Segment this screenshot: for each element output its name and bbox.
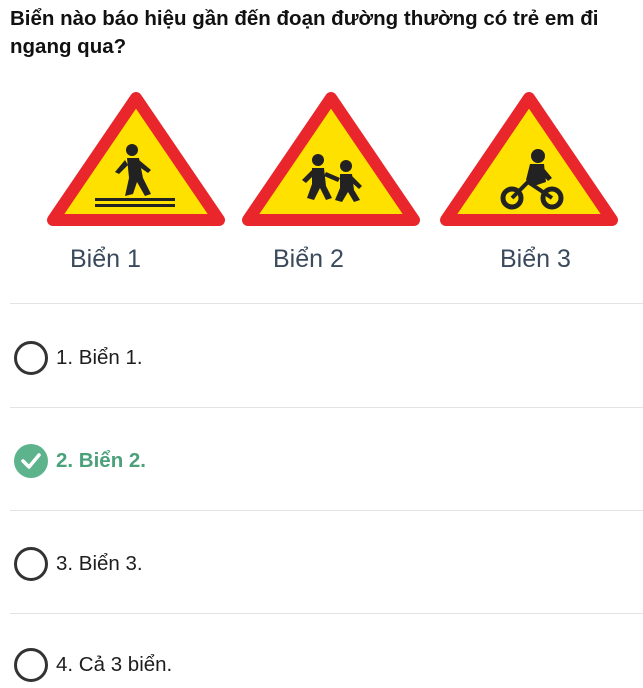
sign-2-label: Biển 2 xyxy=(273,245,344,273)
divider xyxy=(10,613,643,614)
divider xyxy=(10,303,643,304)
option-2[interactable]: 2. Biển 2. xyxy=(14,441,146,481)
radio-unchecked-icon[interactable] xyxy=(14,547,48,581)
sign-2-children-crossing-icon xyxy=(242,90,420,230)
divider xyxy=(10,407,643,408)
question-text: Biển nào báo hiệu gần đến đoạn đường thư… xyxy=(10,7,599,58)
radio-unchecked-icon[interactable] xyxy=(14,341,48,375)
option-3-label: 3. Biển 3. xyxy=(56,552,143,575)
sign-images: Biển 1 Biển 2 Biển 3 xyxy=(0,90,643,290)
sign-1-label: Biển 1 xyxy=(70,245,141,273)
option-2-label: 2. Biển 2. xyxy=(56,449,147,472)
option-1[interactable]: 1. Biển 1. xyxy=(14,338,143,378)
option-4-label: 4. Cả 3 biển. xyxy=(56,653,173,676)
divider xyxy=(10,510,643,511)
sign-1-pedestrian-crossing-icon xyxy=(47,90,225,230)
option-3[interactable]: 3. Biển 3. xyxy=(14,544,143,584)
option-4[interactable]: 4. Cả 3 biển. xyxy=(14,645,172,685)
checkmark-circle-icon[interactable] xyxy=(14,444,48,478)
sign-3-cyclist-icon xyxy=(440,90,618,230)
sign-3-label: Biển 3 xyxy=(500,245,571,273)
option-1-label: 1. Biển 1. xyxy=(56,346,143,369)
radio-unchecked-icon[interactable] xyxy=(14,648,48,682)
